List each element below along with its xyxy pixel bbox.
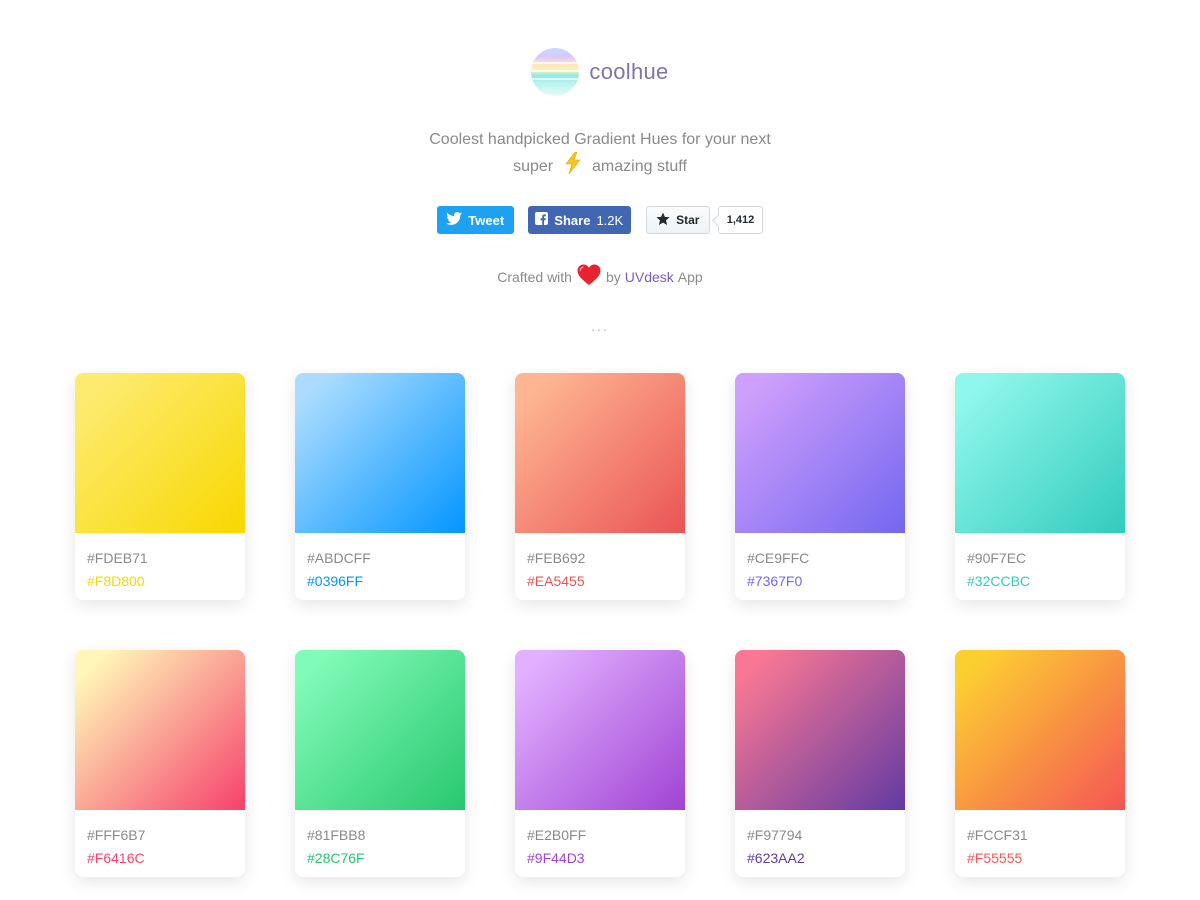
gradient-color-start[interactable]: #E2B0FF bbox=[527, 824, 673, 847]
gradient-swatch[interactable] bbox=[295, 373, 465, 533]
gradient-card[interactable]: #FEB692 #EA5455 bbox=[515, 373, 685, 600]
crafted-by: Crafted with by UVdesk App bbox=[0, 264, 1200, 289]
separator-dots: ... bbox=[591, 318, 609, 334]
social-buttons: Tweet Share 1.2K Star 1,412 bbox=[0, 206, 1200, 234]
github-star-widget: Star 1,412 bbox=[645, 206, 764, 234]
gradient-swatch[interactable] bbox=[75, 650, 245, 810]
gradient-info: #CE9FFC #7367F0 bbox=[735, 533, 905, 593]
gradient-color-end[interactable]: #28C76F bbox=[307, 847, 453, 870]
gradient-swatch[interactable] bbox=[955, 650, 1125, 810]
gradient-info: #ABDCFF #0396FF bbox=[295, 533, 465, 593]
uvdesk-link[interactable]: UVdesk bbox=[625, 269, 674, 285]
gradient-info: #F97794 #623AA2 bbox=[735, 810, 905, 870]
gradient-color-start[interactable]: #F97794 bbox=[747, 824, 893, 847]
crafted-suffix: App bbox=[677, 268, 703, 285]
gradient-card[interactable]: #FCCF31 #F55555 bbox=[955, 650, 1125, 877]
gradient-color-end[interactable]: #F8D800 bbox=[87, 570, 233, 593]
gradient-color-end[interactable]: #EA5455 bbox=[527, 570, 673, 593]
gradient-info: #FEB692 #EA5455 bbox=[515, 533, 685, 593]
gradient-color-start[interactable]: #FDEB71 bbox=[87, 547, 233, 570]
share-count: 1.2K bbox=[596, 212, 624, 228]
github-star-button[interactable]: Star bbox=[645, 206, 710, 234]
twitter-bird-icon bbox=[446, 212, 463, 228]
brand-name: coolhue bbox=[589, 59, 669, 84]
coolhue-logo-icon bbox=[531, 48, 580, 96]
star-icon bbox=[656, 212, 670, 229]
gradient-color-start[interactable]: #ABDCFF bbox=[307, 547, 453, 570]
gradient-info: #90F7EC #32CCBC bbox=[955, 533, 1125, 593]
tagline-amazing: amazing stuff bbox=[592, 158, 687, 175]
brand-header[interactable]: coolhue bbox=[0, 48, 1200, 96]
tagline-line-1: Coolest handpicked Gradient Hues for you… bbox=[429, 131, 771, 148]
gradient-color-end[interactable]: #623AA2 bbox=[747, 847, 893, 870]
tagline-line-2: super amazing stuff bbox=[0, 151, 1200, 182]
gradient-card[interactable]: #F97794 #623AA2 bbox=[735, 650, 905, 877]
gradient-color-end[interactable]: #32CCBC bbox=[967, 570, 1113, 593]
gradient-card[interactable]: #CE9FFC #7367F0 bbox=[735, 373, 905, 600]
gradient-swatch[interactable] bbox=[75, 373, 245, 533]
gradient-info: #FCCF31 #F55555 bbox=[955, 810, 1125, 870]
gradient-card[interactable]: #ABDCFF #0396FF bbox=[295, 373, 465, 600]
gradient-swatch[interactable] bbox=[955, 373, 1125, 533]
gradient-grid: #FDEB71 #F8D800 #ABDCFF #0396FF #FEB692 #EA54… bbox=[75, 373, 1125, 877]
gradient-color-start[interactable]: #FFF6B7 bbox=[87, 824, 233, 847]
gradient-color-end[interactable]: #0396FF bbox=[307, 570, 453, 593]
crafted-by-word: by bbox=[605, 268, 621, 285]
gradient-info: #81FBB8 #28C76F bbox=[295, 810, 465, 870]
gradient-color-end[interactable]: #7367F0 bbox=[747, 570, 893, 593]
gradient-card[interactable]: #81FBB8 #28C76F bbox=[295, 650, 465, 877]
gradient-swatch[interactable] bbox=[295, 650, 465, 810]
gradient-swatch[interactable] bbox=[515, 650, 685, 810]
heart-icon bbox=[577, 264, 601, 289]
gradient-swatch[interactable] bbox=[515, 373, 685, 533]
gradient-card[interactable]: #90F7EC #32CCBC bbox=[955, 373, 1125, 600]
gradient-color-start[interactable]: #FCCF31 bbox=[967, 824, 1113, 847]
gradient-color-end[interactable]: #9F44D3 bbox=[527, 847, 673, 870]
tweet-label: Tweet bbox=[468, 212, 505, 228]
lightning-bolt-icon bbox=[564, 151, 582, 182]
facebook-icon bbox=[535, 212, 549, 228]
facebook-share-button[interactable]: Share 1.2K bbox=[527, 206, 631, 234]
gradient-card[interactable]: #FFF6B7 #F6416C bbox=[75, 650, 245, 877]
share-label: Share bbox=[554, 212, 591, 228]
tagline: Coolest handpicked Gradient Hues for you… bbox=[0, 127, 1200, 182]
gradient-color-end[interactable]: #F6416C bbox=[87, 847, 233, 870]
star-label: Star bbox=[676, 213, 700, 227]
tagline-super: super bbox=[513, 158, 554, 175]
gradient-color-start[interactable]: #FEB692 bbox=[527, 547, 673, 570]
gradient-color-start[interactable]: #CE9FFC bbox=[747, 547, 893, 570]
gradient-info: #E2B0FF #9F44D3 bbox=[515, 810, 685, 870]
gradient-info: #FFF6B7 #F6416C bbox=[75, 810, 245, 870]
gradient-card[interactable]: #E2B0FF #9F44D3 bbox=[515, 650, 685, 877]
tweet-button[interactable]: Tweet bbox=[436, 206, 514, 234]
gradient-color-end[interactable]: #F55555 bbox=[967, 847, 1113, 870]
gradient-info: #FDEB71 #F8D800 bbox=[75, 533, 245, 593]
gradient-card[interactable]: #FDEB71 #F8D800 bbox=[75, 373, 245, 600]
gradient-color-start[interactable]: #81FBB8 bbox=[307, 824, 453, 847]
gradient-swatch[interactable] bbox=[735, 650, 905, 810]
gradient-color-start[interactable]: #90F7EC bbox=[967, 547, 1113, 570]
star-count[interactable]: 1,412 bbox=[717, 206, 764, 234]
gradient-swatch[interactable] bbox=[735, 373, 905, 533]
crafted-prefix: Crafted with bbox=[497, 268, 572, 285]
